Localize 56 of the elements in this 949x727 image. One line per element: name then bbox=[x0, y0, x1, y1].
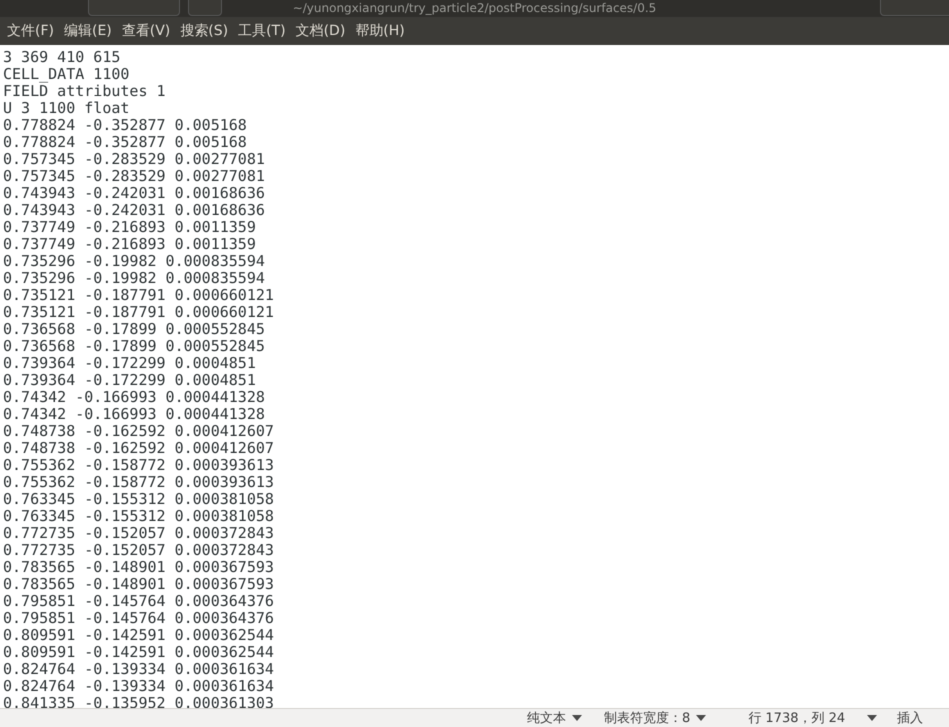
text-line: 0.795851 -0.145764 0.000364376 bbox=[3, 610, 275, 627]
text-line: 0.748738 -0.162592 0.000412607 bbox=[3, 440, 275, 457]
text-line: 0.757345 -0.283529 0.00277081 bbox=[3, 168, 266, 185]
text-line: 0.736568 -0.17899 0.000552845 bbox=[3, 338, 266, 355]
text-line: 0.783565 -0.148901 0.000367593 bbox=[3, 559, 275, 576]
text-line: 0.739364 -0.172299 0.0004851 bbox=[3, 355, 257, 372]
caret-icon bbox=[572, 715, 582, 721]
text-line: 0.735121 -0.187791 0.000660121 bbox=[3, 287, 275, 304]
text-line: 0.755362 -0.158772 0.000393613 bbox=[3, 474, 275, 491]
text-line: 0.778824 -0.352877 0.005168 bbox=[3, 117, 248, 134]
menu-item[interactable]: 搜索(S) bbox=[175, 22, 234, 40]
text-line: 0.736568 -0.17899 0.000552845 bbox=[3, 321, 266, 338]
caret-icon[interactable] bbox=[867, 715, 878, 721]
text-line: 3 369 410 615 bbox=[3, 49, 122, 66]
text-line: 0.783565 -0.148901 0.000367593 bbox=[3, 576, 275, 593]
caret-icon bbox=[696, 715, 706, 721]
text-line: 0.737749 -0.216893 0.0011359 bbox=[3, 236, 257, 253]
insert-mode: 插入 bbox=[897, 710, 924, 727]
text-line: 0.743943 -0.242031 0.00168636 bbox=[3, 202, 266, 219]
text-line: 0.748738 -0.162592 0.000412607 bbox=[3, 423, 275, 440]
header-button[interactable] bbox=[88, 0, 180, 16]
header-button[interactable] bbox=[188, 0, 222, 16]
text-line: 0.841335 -0.135952 0.000361303 bbox=[3, 695, 275, 708]
text-line: 0.795851 -0.145764 0.000364376 bbox=[3, 593, 275, 610]
text-line: 0.757345 -0.283529 0.00277081 bbox=[3, 151, 266, 168]
menu-item[interactable]: 帮助(H) bbox=[350, 22, 410, 40]
text-line: 0.778824 -0.352877 0.005168 bbox=[3, 134, 248, 151]
menu-item[interactable]: 文档(D) bbox=[290, 22, 350, 40]
text-line: FIELD attributes 1 bbox=[3, 83, 167, 100]
text-line: 0.74342 -0.166993 0.000441328 bbox=[3, 389, 266, 406]
text-line: 0.743943 -0.242031 0.00168636 bbox=[3, 185, 266, 202]
text-line: 0.763345 -0.155312 0.000381058 bbox=[3, 508, 275, 525]
menu-item[interactable]: 文件(F) bbox=[2, 22, 59, 40]
cursor-position: 行 1738，列 24 bbox=[748, 710, 846, 727]
text-line: 0.824764 -0.139334 0.000361634 bbox=[3, 661, 275, 678]
text-line: 0.735121 -0.187791 0.000660121 bbox=[3, 304, 275, 321]
text-line: 0.809591 -0.142591 0.000362544 bbox=[3, 644, 275, 661]
text-line: 0.809591 -0.142591 0.000362544 bbox=[3, 627, 275, 644]
text-line: CELL_DATA 1100 bbox=[3, 66, 130, 83]
window-title: ~/yunongxiangrun/try_particle2/postProcessing/surfaces/0.5 bbox=[292, 1, 656, 16]
text-line: 0.735296 -0.19982 0.000835594 bbox=[3, 270, 266, 287]
status-dropdown[interactable]: 纯文本 bbox=[527, 709, 582, 727]
text-line: 0.772735 -0.152057 0.000372843 bbox=[3, 525, 275, 542]
text-line: 0.772735 -0.152057 0.000372843 bbox=[3, 542, 275, 559]
text-line: 0.739364 -0.172299 0.0004851 bbox=[3, 372, 257, 389]
text-line: U 3 1100 float bbox=[3, 100, 130, 117]
text-line: 0.763345 -0.155312 0.000381058 bbox=[3, 491, 275, 508]
text-line: 0.735296 -0.19982 0.000835594 bbox=[3, 253, 266, 270]
text-line: 0.74342 -0.166993 0.000441328 bbox=[3, 406, 266, 423]
text-line: 0.737749 -0.216893 0.0011359 bbox=[3, 219, 257, 236]
menu-item[interactable]: 编辑(E) bbox=[58, 22, 117, 40]
menu-item[interactable]: 查看(V) bbox=[116, 22, 176, 40]
text-line: 0.755362 -0.158772 0.000393613 bbox=[3, 457, 275, 474]
status-dropdown[interactable]: 制表符宽度：8 bbox=[604, 709, 706, 727]
menu-item[interactable]: 工具(T) bbox=[233, 22, 291, 40]
text-line: 0.824764 -0.139334 0.000361634 bbox=[3, 678, 275, 695]
